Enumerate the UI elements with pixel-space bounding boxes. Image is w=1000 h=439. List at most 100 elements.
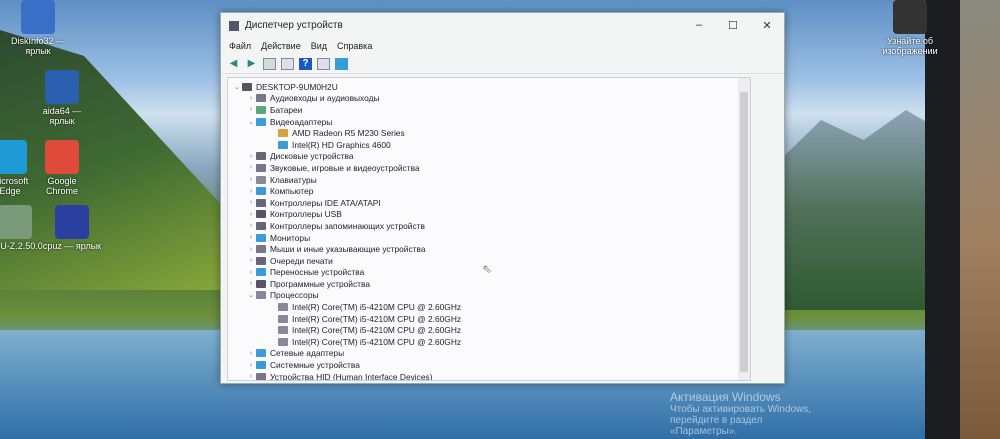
tree-item-label: Очереди печати	[270, 255, 333, 266]
menu-bar: Файл Действие Вид Справка	[221, 38, 784, 54]
shortcut-label: DiskInfo32 — ярлык	[10, 36, 66, 56]
device-icon	[256, 361, 266, 370]
device-icon	[278, 303, 288, 312]
chevron-right-icon[interactable]: ›	[246, 188, 256, 195]
tree-item[interactable]: ⌄ DESKTOP-9UM0H2U	[228, 81, 750, 93]
chevron-down-icon[interactable]: ⌄	[246, 118, 256, 126]
desktop-shortcut[interactable]: DiskInfo32 — ярлык	[8, 0, 68, 56]
device-icon	[256, 175, 266, 184]
tree-item[interactable]: › Мониторы	[228, 232, 750, 244]
device-icon	[256, 291, 266, 300]
chevron-right-icon[interactable]: ›	[246, 95, 256, 102]
chevron-down-icon[interactable]: ⌄	[246, 291, 256, 299]
close-button[interactable]: ✕	[750, 19, 784, 32]
chevron-right-icon[interactable]: ›	[246, 234, 256, 241]
tree-item[interactable]: Intel(R) Core(TM) i5-4210M CPU @ 2.60GHz	[228, 336, 750, 348]
tree-item[interactable]: › Контроллеры запоминающих устройств	[228, 220, 750, 232]
activation-text: Чтобы активировать Windows, перейдите в …	[670, 404, 812, 437]
device-icon	[242, 82, 252, 91]
help-icon[interactable]: ?	[299, 57, 312, 70]
shortcut-label: cpuz — ярлык	[42, 241, 102, 251]
chevron-right-icon[interactable]: ›	[246, 280, 256, 287]
desktop-shortcut[interactable]: Google Chrome	[32, 140, 92, 196]
tree-item-label: Клавиатуры	[270, 174, 317, 185]
properties-icon[interactable]	[263, 57, 276, 70]
device-icon	[256, 279, 266, 288]
back-icon[interactable]: ◀	[227, 58, 240, 70]
maximize-button[interactable]: ☐	[716, 19, 750, 32]
tree-item[interactable]: › Батареи	[228, 104, 750, 116]
tree-item[interactable]: › Устройства HID (Human Interface Devices…	[228, 371, 750, 380]
tree-item[interactable]: › Мыши и иные указывающие устройства	[228, 243, 750, 255]
tree-item-label: Звуковые, игровые и видеоустройства	[270, 162, 420, 173]
chevron-right-icon[interactable]: ›	[246, 106, 256, 113]
chevron-right-icon[interactable]: ›	[246, 362, 256, 369]
tree-item[interactable]: Intel(R) Core(TM) i5-4210M CPU @ 2.60GHz	[228, 324, 750, 336]
tree-item-label: AMD Radeon R5 M230 Series	[292, 128, 405, 139]
tree-item[interactable]: › Дисковые устройства	[228, 151, 750, 163]
tree-item[interactable]: › Компьютер	[228, 185, 750, 197]
chevron-right-icon[interactable]: ›	[246, 257, 256, 264]
chevron-right-icon[interactable]: ›	[246, 199, 256, 206]
tree-item[interactable]: › Клавиатуры	[228, 174, 750, 186]
shortcut-icon	[45, 70, 79, 104]
tree-item[interactable]: › Аудиовходы и аудиовыходы	[228, 93, 750, 105]
tree-item[interactable]: › Контроллеры IDE ATA/ATAPI	[228, 197, 750, 209]
device-icon	[256, 221, 266, 230]
tree-item[interactable]: › Звуковые, игровые и видеоустройства	[228, 162, 750, 174]
menu-view[interactable]: Вид	[311, 41, 327, 51]
tree-item[interactable]: › Сетевые адаптеры	[228, 348, 750, 360]
tree-item-label: Контроллеры запоминающих устройств	[270, 220, 425, 231]
shortcut-icon	[45, 140, 79, 174]
menu-action[interactable]: Действие	[261, 41, 301, 51]
device-icon	[278, 140, 288, 149]
shortcut-icon	[55, 205, 89, 239]
device-icon	[256, 94, 266, 103]
tree-item[interactable]: ⌄ Процессоры	[228, 290, 750, 302]
tree-item[interactable]: AMD Radeon R5 M230 Series	[228, 127, 750, 139]
tree-item-label: Intel(R) Core(TM) i5-4210M CPU @ 2.60GHz	[292, 302, 462, 313]
desktop-shortcut[interactable]: aida64 — ярлык	[32, 70, 92, 126]
tree-item[interactable]: › Системные устройства	[228, 359, 750, 371]
chevron-down-icon[interactable]: ⌄	[232, 83, 242, 91]
chevron-right-icon[interactable]: ›	[246, 153, 256, 160]
vertical-scrollbar[interactable]	[738, 78, 750, 380]
minimize-button[interactable]: –	[682, 19, 716, 32]
tree-item-label: Программные устройства	[270, 278, 370, 289]
update-driver-icon[interactable]	[281, 57, 294, 70]
scan-hardware-icon[interactable]	[317, 57, 330, 70]
monitor-icon[interactable]	[335, 57, 348, 70]
device-icon	[256, 256, 266, 265]
device-icon	[256, 117, 266, 126]
monitor-bezel	[925, 0, 965, 439]
desktop-shortcut[interactable]: GPU-Z.2.50.0	[0, 205, 45, 251]
menu-help[interactable]: Справка	[337, 41, 372, 51]
tree-item[interactable]: Intel(R) HD Graphics 4600	[228, 139, 750, 151]
desktop-shortcut[interactable]: cpuz — ярлык	[42, 205, 102, 251]
chevron-right-icon[interactable]: ›	[246, 176, 256, 183]
chevron-right-icon[interactable]: ›	[246, 222, 256, 229]
shortcut-icon	[0, 140, 27, 174]
menu-file[interactable]: Файл	[229, 41, 251, 51]
chevron-right-icon[interactable]: ›	[246, 269, 256, 276]
tree-item-label: Мониторы	[270, 232, 311, 243]
desktop-shortcut[interactable]: Узнайте об изображении	[880, 0, 940, 56]
tree-item-label: DESKTOP-9UM0H2U	[256, 81, 338, 92]
scrollbar-thumb[interactable]	[740, 92, 748, 372]
activation-title: Активация Windows	[670, 390, 781, 404]
tree-item[interactable]: › Программные устройства	[228, 278, 750, 290]
tree-item[interactable]: Intel(R) Core(TM) i5-4210M CPU @ 2.60GHz	[228, 313, 750, 325]
chevron-right-icon[interactable]: ›	[246, 164, 256, 171]
tree-item[interactable]: Intel(R) Core(TM) i5-4210M CPU @ 2.60GHz	[228, 301, 750, 313]
chevron-right-icon[interactable]: ›	[246, 373, 256, 380]
tree-item-label: Компьютер	[270, 186, 314, 197]
tree-item[interactable]: › Контроллеры USB	[228, 209, 750, 221]
chevron-right-icon[interactable]: ›	[246, 350, 256, 357]
chevron-right-icon[interactable]: ›	[246, 211, 256, 218]
tree-item-label: Intel(R) Core(TM) i5-4210M CPU @ 2.60GHz	[292, 325, 462, 336]
device-icon	[256, 152, 266, 161]
tree-item[interactable]: ⌄ Видеоадаптеры	[228, 116, 750, 128]
forward-icon[interactable]: ▶	[245, 58, 258, 70]
device-icon	[256, 245, 266, 254]
chevron-right-icon[interactable]: ›	[246, 246, 256, 253]
